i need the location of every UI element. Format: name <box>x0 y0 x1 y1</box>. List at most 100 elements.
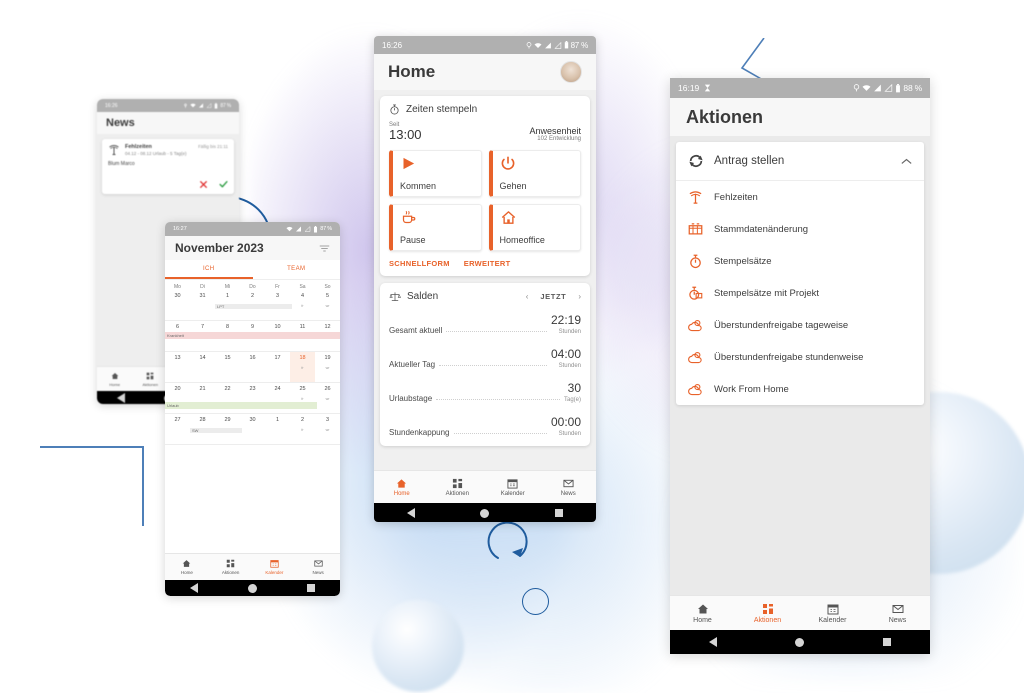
link-schnellform[interactable]: SCHNELLFORM <box>389 259 450 268</box>
recents-icon[interactable] <box>882 638 891 646</box>
calendar-day-cell[interactable]: 27 <box>165 414 190 444</box>
calendar-day-cell[interactable]: 14 <box>190 352 215 382</box>
calendar-week-row: 27 28 29 30 1 2 fr 3 wr SW <box>165 414 340 445</box>
calendar-day-cell[interactable]: 5 wr <box>315 290 340 320</box>
calendar-day-cell[interactable]: 26 wr <box>315 383 340 413</box>
action-item-stempels-tze-mit-projekt[interactable]: Stempelsätze mit Projekt <box>676 277 924 309</box>
scales-icon <box>389 292 401 301</box>
calendar-day-sublabel: wr <box>325 397 330 401</box>
stamp-button-homeoffice[interactable]: Homeoffice <box>488 203 581 251</box>
system-nav-bar <box>374 503 596 522</box>
stamp-button-gehen[interactable]: Gehen <box>488 149 581 197</box>
calendar-day-number: 6 <box>175 324 180 330</box>
calendar-day-cell[interactable]: 17 <box>265 352 290 382</box>
avatar[interactable] <box>560 61 582 83</box>
calendar-day-cell[interactable]: 16 <box>240 352 265 382</box>
nav-label: Home <box>693 616 712 624</box>
calendar-day-cell[interactable]: 19 wr <box>315 352 340 382</box>
nav-item-home[interactable]: Home <box>670 596 735 630</box>
calendar-icon <box>827 604 838 614</box>
action-item-berstundenfreigabe-stundenweise[interactable]: Überstundenfreigabe stundenweise <box>676 341 924 373</box>
calendar-day-cell[interactable]: 13 <box>165 352 190 382</box>
calendar-day-number: 4 <box>300 293 305 299</box>
calendar-day-number: 7 <box>200 324 205 330</box>
back-icon[interactable] <box>190 583 198 593</box>
nav-item-kalender[interactable]: Kalender <box>485 471 541 503</box>
nav-item-home[interactable]: Home <box>374 471 430 503</box>
nav-item-aktionen[interactable]: Aktionen <box>133 367 169 391</box>
action-item-work-from-home[interactable]: Work From Home <box>676 373 924 405</box>
home-circle-icon[interactable] <box>480 508 490 518</box>
nav-item-home[interactable]: Home <box>97 367 133 391</box>
nav-item-kalender[interactable]: Kalender <box>253 554 297 580</box>
nav-item-kalender[interactable]: Kalender <box>800 596 865 630</box>
calendar-week-row: 6 7 8 9 10 11 12 Krankheit <box>165 321 340 352</box>
filter-icon[interactable] <box>319 245 330 252</box>
calendar-event-band[interactable]: SW <box>190 428 242 433</box>
calendar-day-cell[interactable]: 30 <box>165 290 190 320</box>
status-battery: 87 % <box>320 226 332 232</box>
calendar-day-cell[interactable]: 30 <box>240 414 265 444</box>
balance-row: Stundenkappung 00:00 Stunden <box>389 413 581 438</box>
reject-cross-icon[interactable] <box>199 180 208 189</box>
calendar-day-cell[interactable]: 3 wr <box>315 414 340 444</box>
nav-label: Kalender <box>265 570 284 575</box>
nav-item-home[interactable]: Home <box>165 554 209 580</box>
nav-item-news[interactable]: News <box>296 554 340 580</box>
home-circle-icon[interactable] <box>248 583 257 593</box>
stamp-button-label: Kommen <box>400 180 437 191</box>
app-bar: November 2023 <box>165 236 340 260</box>
nav-item-aktionen[interactable]: Aktionen <box>735 596 800 630</box>
system-nav-bar <box>670 630 930 654</box>
accept-check-icon[interactable] <box>219 180 228 189</box>
calendar-event-band[interactable]: Krankheit <box>165 332 340 339</box>
coffee-icon <box>402 210 416 223</box>
home-circle-icon[interactable] <box>795 637 805 647</box>
nav-label: Aktionen <box>221 570 240 575</box>
balance-row-dots <box>439 364 547 366</box>
calendar-event-band[interactable]: LPT <box>215 304 292 309</box>
link-erweitert[interactable]: ERWEITERT <box>464 259 511 268</box>
nav-item-aktionen[interactable]: Aktionen <box>430 471 486 503</box>
nav-item-aktionen[interactable]: Aktionen <box>209 554 253 580</box>
nav-item-news[interactable]: News <box>541 471 597 503</box>
status-bar: 16:26 87 % <box>374 36 596 54</box>
nav-item-news[interactable]: News <box>865 596 930 630</box>
chevron-up-icon[interactable] <box>901 158 912 165</box>
calendar-day-number: 12 <box>324 324 331 330</box>
action-item-stempels-tze[interactable]: Stempelsätze <box>676 245 924 277</box>
tab-ich[interactable]: ICH <box>165 260 253 279</box>
calendar-day-cell[interactable]: 2 fr <box>290 414 315 444</box>
calendar-day-number: 26 <box>324 386 331 392</box>
stamp-button-pause[interactable]: Pause <box>389 203 482 251</box>
news-card-header: Fehlzeiten 04.12 - 08.12 Urlaub - 5 Tag(… <box>108 144 228 156</box>
back-icon[interactable] <box>116 393 125 403</box>
stamp-button-kommen[interactable]: Kommen <box>389 149 482 197</box>
calendar-day-cell[interactable]: 4 fr <box>290 290 315 320</box>
calendar-event-band[interactable]: Urlaub <box>165 402 317 409</box>
back-icon[interactable] <box>406 508 415 518</box>
next-period-button[interactable]: › <box>578 292 581 301</box>
action-item-berstundenfreigabe-tageweise[interactable]: Überstundenfreigabe tageweise <box>676 309 924 341</box>
calendar-day-cell[interactable]: 18 fr <box>290 352 315 382</box>
recents-icon[interactable] <box>555 509 564 517</box>
tab-team[interactable]: TEAM <box>253 260 341 279</box>
phone-home: 16:26 87 % Home Zeiten stempeln Seit 13:… <box>374 36 596 522</box>
current-period-label[interactable]: JETZT <box>540 292 566 301</box>
action-item-stammdaten-nderung[interactable]: Stammdatenänderung <box>676 213 924 245</box>
balance-row-value: 22:19 <box>550 312 581 327</box>
calendar-day-number: 23 <box>249 386 256 392</box>
prev-period-button[interactable]: ‹ <box>526 292 529 301</box>
balance-row-unit: Tag(e) <box>563 396 581 403</box>
calendar-day-cell[interactable]: 31 <box>190 290 215 320</box>
back-icon[interactable] <box>709 637 718 647</box>
calendar-day-cell[interactable]: 15 <box>215 352 240 382</box>
since-block: Seit 13:00 <box>389 122 422 142</box>
news-card-date: Fällig bis 21:11 <box>198 144 228 149</box>
action-group-header[interactable]: Antrag stellen <box>676 142 924 181</box>
news-card[interactable]: Fehlzeiten 04.12 - 08.12 Urlaub - 5 Tag(… <box>102 139 234 194</box>
action-item-fehlzeiten[interactable]: Fehlzeiten <box>676 181 924 213</box>
calendar-day-cell[interactable]: 1 <box>265 414 290 444</box>
recents-icon[interactable] <box>307 584 315 592</box>
calendar-day-number: 22 <box>224 386 231 392</box>
